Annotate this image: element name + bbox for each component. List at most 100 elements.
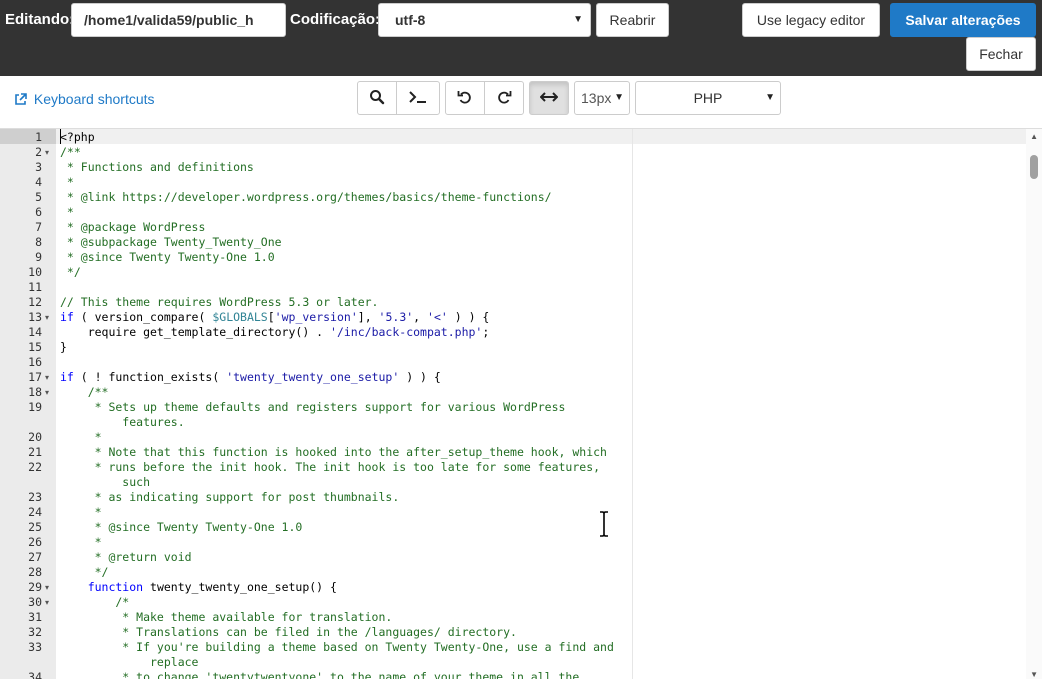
- scroll-up-icon[interactable]: ▲: [1030, 132, 1038, 141]
- code-line[interactable]: * Translations can be filed in the /lang…: [60, 625, 517, 640]
- encoding-select[interactable]: utf-8 ▼: [378, 3, 591, 37]
- line-number: 27: [28, 550, 42, 564]
- code-line[interactable]: * @return void: [60, 550, 192, 565]
- code-line[interactable]: <?php: [60, 130, 95, 145]
- code-line[interactable]: */: [60, 565, 109, 580]
- command-palette-button[interactable]: [396, 81, 440, 115]
- code-token: */: [60, 565, 109, 579]
- line-number: 15: [28, 340, 42, 354]
- code-line[interactable]: * Sets up theme defaults and registers s…: [60, 400, 566, 415]
- line-number: 20: [28, 430, 42, 444]
- code-line[interactable]: * @since Twenty Twenty-One 1.0: [60, 250, 275, 265]
- fold-toggle-icon[interactable]: ▾: [45, 385, 49, 400]
- code-line[interactable]: }: [60, 340, 67, 355]
- code-token: * as indicating support for post thumbna…: [60, 490, 400, 504]
- language-mode-select[interactable]: PHP ▼: [635, 81, 781, 115]
- undo-button[interactable]: [445, 81, 485, 115]
- fold-toggle-icon[interactable]: ▾: [45, 580, 49, 595]
- close-button[interactable]: Fechar: [966, 37, 1036, 71]
- line-number: 8: [35, 235, 42, 249]
- vertical-scrollbar[interactable]: ▲ ▼: [1026, 129, 1042, 679]
- code-line[interactable]: replace: [60, 655, 198, 670]
- terminal-icon: [408, 89, 428, 106]
- line-number: 21: [28, 445, 42, 459]
- code-token: * @since Twenty Twenty-One 1.0: [60, 520, 303, 534]
- code-token: twenty_twenty_one_setup() {: [143, 580, 337, 594]
- search-button[interactable]: [357, 81, 397, 115]
- code-line[interactable]: * @subpackage Twenty_Twenty_One: [60, 235, 282, 250]
- code-line[interactable]: /*: [60, 595, 129, 610]
- print-margin: [632, 129, 633, 679]
- code-token: *: [60, 430, 102, 444]
- code-line[interactable]: /**: [60, 145, 81, 160]
- wrap-icon: [539, 89, 559, 106]
- code-line[interactable]: /**: [60, 385, 109, 400]
- file-path-field[interactable]: /home1/valida59/public_h: [71, 3, 286, 37]
- code-line[interactable]: * @since Twenty Twenty-One 1.0: [60, 520, 303, 535]
- code-line[interactable]: * Make theme available for translation.: [60, 610, 392, 625]
- code-line[interactable]: * as indicating support for post thumbna…: [60, 490, 400, 505]
- legacy-editor-button[interactable]: Use legacy editor: [742, 3, 880, 37]
- code-line[interactable]: * Functions and definitions: [60, 160, 254, 175]
- code-line[interactable]: */: [60, 265, 81, 280]
- line-number: 24: [28, 505, 42, 519]
- word-wrap-toggle[interactable]: [529, 81, 569, 115]
- code-token: * @return void: [60, 550, 192, 564]
- code-line[interactable]: * to change 'twentytwentyone' to the nam…: [60, 670, 579, 679]
- code-line[interactable]: if ( ! function_exists( 'twenty_twenty_o…: [60, 370, 441, 385]
- code-token: $GLOBALS: [212, 310, 268, 324]
- code-line[interactable]: function twenty_twenty_one_setup() {: [60, 580, 337, 595]
- code-token: /*: [60, 595, 130, 609]
- line-number: 4: [35, 175, 42, 189]
- code-token: ( ! function_exists(: [73, 370, 227, 384]
- code-editor[interactable]: 1 <?php 2 ▾/** 3 * Functions and definitions…: [0, 128, 1042, 679]
- text-cursor-pointer-icon: [600, 511, 608, 537]
- scroll-down-icon[interactable]: ▼: [1030, 670, 1038, 679]
- code-line[interactable]: * Note that this function is hooked into…: [60, 445, 607, 460]
- line-number: 25: [28, 520, 42, 534]
- line-number: 18: [28, 385, 42, 399]
- encoding-value: utf-8: [395, 12, 426, 28]
- code-token: * @since Twenty Twenty-One 1.0: [60, 250, 275, 264]
- fold-toggle-icon[interactable]: ▾: [45, 310, 49, 325]
- line-number: 19: [28, 400, 42, 414]
- code-line[interactable]: such: [60, 475, 150, 490]
- font-size-select[interactable]: 13px ▼: [574, 81, 630, 115]
- line-number: 13: [28, 310, 42, 324]
- scrollbar-thumb[interactable]: [1030, 155, 1038, 179]
- code-line[interactable]: features.: [60, 415, 184, 430]
- redo-button[interactable]: [484, 81, 524, 115]
- redo-icon: [496, 89, 512, 106]
- fold-toggle-icon[interactable]: ▾: [45, 145, 49, 160]
- code-line[interactable]: *: [60, 505, 102, 520]
- code-line[interactable]: *: [60, 535, 102, 550]
- code-token: * runs before the init hook. The init ho…: [60, 460, 601, 474]
- code-line[interactable]: require get_template_directory() . '/inc…: [60, 325, 490, 340]
- keyboard-shortcuts-link[interactable]: Keyboard shortcuts: [14, 91, 155, 107]
- code-token: * @package WordPress: [60, 220, 206, 234]
- reopen-button[interactable]: Reabrir: [596, 3, 669, 37]
- search-icon: [369, 89, 385, 106]
- save-changes-button[interactable]: Salvar alterações: [890, 3, 1036, 37]
- line-number: 9: [35, 250, 42, 264]
- code-line[interactable]: * @package WordPress: [60, 220, 205, 235]
- code-token: ;: [482, 325, 490, 339]
- code-line[interactable]: * If you're building a theme based on Tw…: [60, 640, 614, 655]
- code-line[interactable]: // This theme requires WordPress 5.3 or …: [60, 295, 379, 310]
- code-line[interactable]: *: [60, 430, 102, 445]
- line-number: 2: [35, 145, 42, 159]
- code-line[interactable]: *: [60, 175, 74, 190]
- line-number: 11: [28, 280, 42, 294]
- line-number: 30: [28, 595, 42, 609]
- code-line[interactable]: if ( version_compare( $GLOBALS['wp_versi…: [60, 310, 489, 325]
- code-token: '<': [427, 310, 448, 324]
- code-token: '5.3': [378, 310, 414, 324]
- fold-toggle-icon[interactable]: ▾: [45, 595, 49, 610]
- fold-toggle-icon[interactable]: ▾: [45, 370, 49, 385]
- active-line-highlight: [0, 129, 1026, 144]
- language-mode-value: PHP: [693, 90, 723, 106]
- line-number: 12: [28, 295, 42, 309]
- code-line[interactable]: *: [60, 205, 74, 220]
- code-line[interactable]: * runs before the init hook. The init ho…: [60, 460, 600, 475]
- code-line[interactable]: * @link https://developer.wordpress.org/…: [60, 190, 552, 205]
